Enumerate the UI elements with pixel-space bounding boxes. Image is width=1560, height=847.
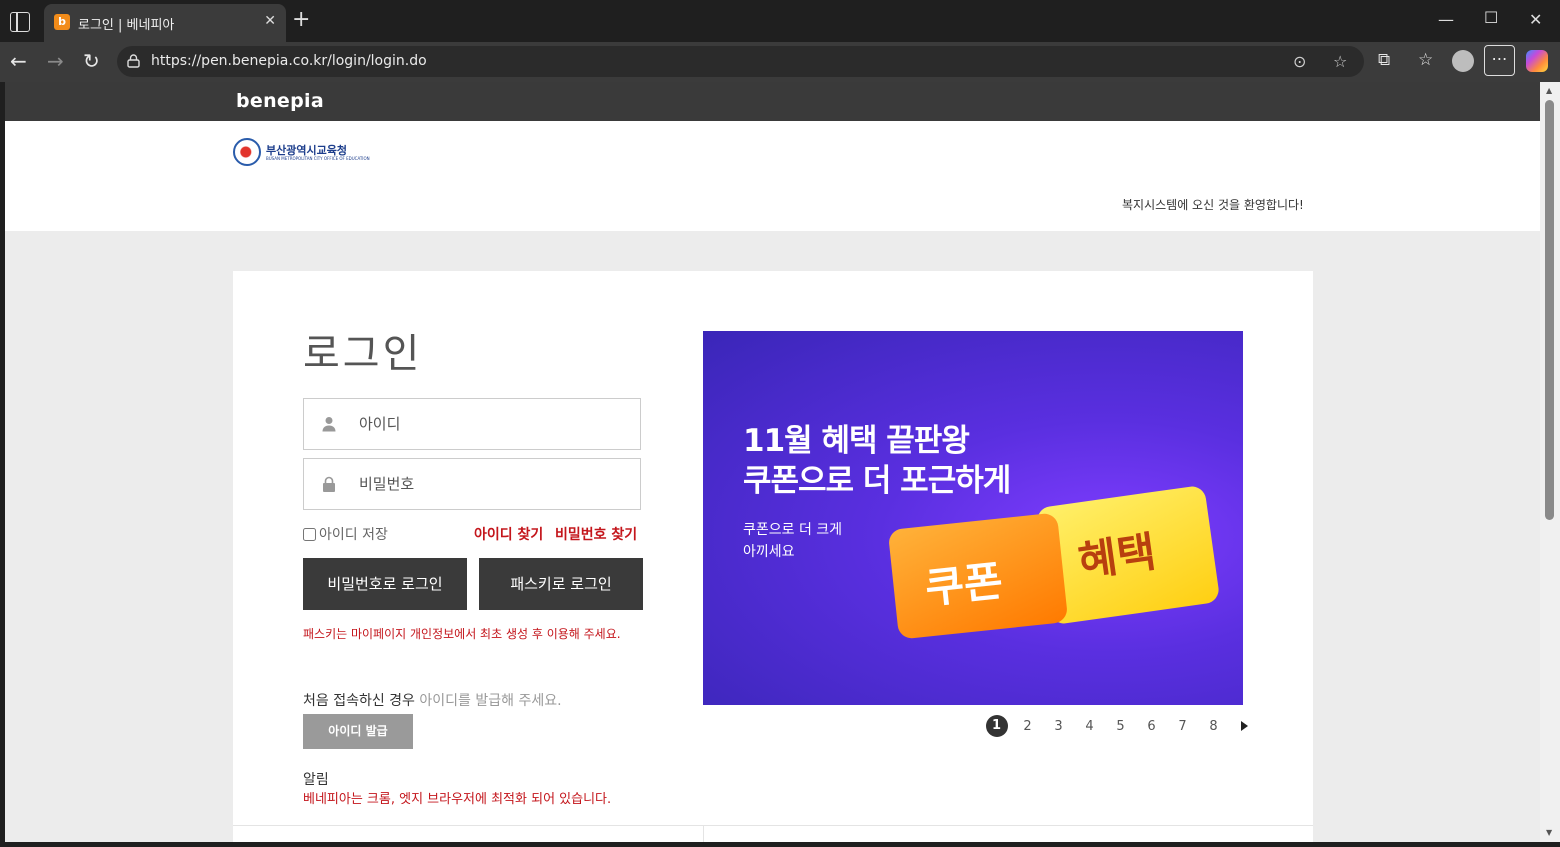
banner-page-3[interactable]: 3 — [1043, 719, 1074, 734]
banner-subtext: 쿠폰으로 더 크게 아끼세요 — [743, 519, 842, 563]
new-tab-icon[interactable]: + — [292, 9, 310, 31]
page-title: 로그인 — [303, 331, 423, 377]
site-top-bar: benepia — [5, 82, 1540, 121]
sidebar-toggle-icon[interactable] — [10, 12, 30, 32]
benepia-logo[interactable]: benepia — [236, 90, 324, 112]
page-viewport: benepia 부산광역시교육청 BUSAN METROPOLITAN CITY… — [5, 82, 1540, 842]
banner-page-4[interactable]: 4 — [1074, 719, 1105, 734]
banner-next-icon[interactable] — [1241, 721, 1248, 731]
banner-page-1[interactable]: 1 — [981, 715, 1012, 737]
first-visit-hint: 아이디를 발급해 주세요. — [419, 693, 562, 709]
remember-id-label: 아이디 저장 — [319, 527, 388, 543]
passkey-login-button[interactable]: 패스키로 로그인 — [479, 558, 643, 610]
find-id-link[interactable]: 아이디 찾기 — [474, 524, 543, 544]
address-bar[interactable]: https://pen.benepia.co.kr/login/login.do… — [117, 46, 1364, 77]
first-visit-text: 처음 접속하신 경우 아이디를 발급해 주세요. — [303, 690, 562, 710]
coupon-ticket-text: 쿠폰 — [922, 556, 1005, 613]
minimize-icon[interactable]: — — [1438, 10, 1454, 29]
id-input[interactable] — [359, 409, 629, 439]
close-window-icon[interactable]: ✕ — [1529, 10, 1542, 29]
scroll-up-icon[interactable]: ▲ — [1546, 86, 1552, 95]
more-menu-icon[interactable]: ⋯ — [1484, 45, 1515, 76]
login-card: 로그인 아이디 저장 아이디 찾기 비밀번호 찾기 비밀번호로 로그인 패스키로… — [233, 271, 1313, 842]
password-login-button[interactable]: 비밀번호로 로그인 — [303, 558, 467, 610]
reload-icon[interactable]: ↻ — [83, 50, 100, 72]
tab-title: 로그인 | 베네피아 — [78, 18, 175, 33]
site-header — [5, 121, 1540, 231]
back-icon[interactable]: ← — [10, 50, 27, 72]
banner-page-6[interactable]: 6 — [1136, 719, 1167, 734]
copilot-icon[interactable] — [1526, 50, 1548, 72]
issue-id-button[interactable]: 아이디 발급 — [303, 714, 413, 749]
card-divider — [233, 825, 1313, 826]
browser-toolbar: ← → ↻ https://pen.benepia.co.kr/login/lo… — [0, 42, 1560, 82]
extensions-icon[interactable]: ⧉ — [1378, 50, 1390, 70]
reading-mode-icon[interactable]: ⊙ — [1293, 52, 1306, 71]
banner-page-7[interactable]: 7 — [1167, 719, 1198, 734]
lock-icon — [323, 476, 335, 492]
favorite-star-icon[interactable]: ☆ — [1333, 52, 1347, 71]
banner-page-5[interactable]: 5 — [1105, 719, 1136, 734]
welcome-text: 복지시스템에 오신 것을 환영합니다! — [1122, 198, 1304, 212]
find-password-link[interactable]: 비밀번호 찾기 — [555, 524, 637, 544]
favorites-icon[interactable]: ☆ — [1418, 50, 1433, 70]
scroll-down-icon[interactable]: ▼ — [1546, 828, 1552, 837]
notice-text: 베네피아는 크롬, 엣지 브라우저에 최적화 되어 있습니다. — [303, 792, 612, 807]
first-visit-label: 처음 접속하신 경우 — [303, 693, 415, 709]
promo-banner[interactable]: 11월 혜택 끝판왕 쿠폰으로 더 포근하게 쿠폰으로 더 크게 아끼세요 혜택… — [703, 331, 1243, 705]
browser-tab[interactable]: b 로그인 | 베네피아 ✕ — [44, 4, 286, 42]
card-divider-vertical — [703, 825, 704, 842]
banner-pagination: 1 2 3 4 5 6 7 8 — [981, 715, 1248, 737]
browser-tab-bar: b 로그인 | 베네피아 ✕ + — ☐ ✕ — [0, 0, 1560, 42]
user-icon — [322, 417, 336, 432]
password-field[interactable] — [303, 458, 641, 510]
page-scrollbar[interactable]: ▲ ▼ — [1540, 82, 1560, 842]
scrollbar-thumb[interactable] — [1545, 100, 1554, 520]
passkey-note: 패스키는 마이페이지 개인정보에서 최초 생성 후 이용해 주세요. — [303, 627, 621, 641]
url-text[interactable]: https://pen.benepia.co.kr/login/login.do — [151, 53, 427, 69]
banner-sub-line1: 쿠폰으로 더 크게 — [743, 522, 843, 538]
busan-education-logo-icon[interactable] — [233, 138, 261, 166]
banner-page-2[interactable]: 2 — [1012, 719, 1043, 734]
profile-avatar[interactable] — [1452, 50, 1474, 72]
id-field[interactable] — [303, 398, 641, 450]
remember-id-checkbox[interactable] — [303, 527, 316, 541]
benefit-ticket-text: 혜택 — [1075, 526, 1159, 587]
forward-icon[interactable]: → — [47, 50, 64, 72]
banner-headline-line1: 11월 혜택 끝판왕 — [743, 423, 970, 459]
tab-close-icon[interactable]: ✕ — [264, 13, 276, 29]
banner-sub-line2: 아끼세요 — [743, 544, 795, 560]
banner-headline: 11월 혜택 끝판왕 쿠폰으로 더 포근하게 — [743, 421, 1011, 501]
benepia-favicon-icon: b — [54, 14, 70, 30]
maximize-icon[interactable]: ☐ — [1484, 8, 1498, 27]
notice-title: 알림 — [303, 772, 329, 788]
remember-id[interactable]: 아이디 저장 — [303, 524, 388, 544]
banner-page-8[interactable]: 8 — [1198, 719, 1229, 734]
password-input[interactable] — [359, 469, 629, 499]
banner-headline-line2: 쿠폰으로 더 포근하게 — [743, 463, 1011, 499]
site-info-icon[interactable] — [127, 54, 140, 68]
org-logo-sub: BUSAN METROPOLITAN CITY OFFICE OF EDUCAT… — [266, 156, 370, 161]
